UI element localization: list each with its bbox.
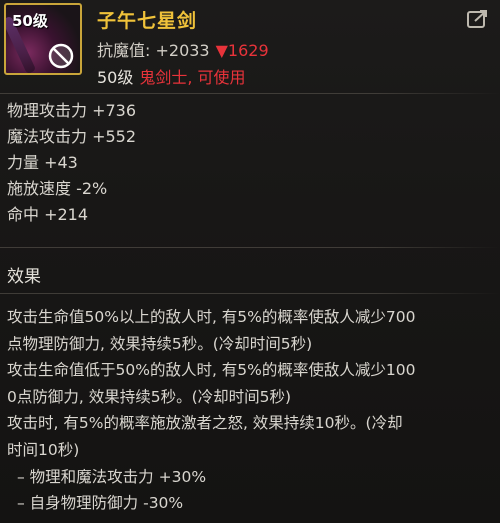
requirement-row: 50级 鬼剑士, 可使用 <box>97 64 246 88</box>
stat-list: 物理攻击力 +736 魔法攻击力 +552 力量 +43 施放速度 -2% 命中… <box>7 98 136 228</box>
effect-bullet: – 自身物理防御力 -30% <box>17 494 184 513</box>
stat-line: 物理攻击力 +736 <box>7 101 137 120</box>
effect-description: 攻击生命值50%以上的敌人时, 有5%的概率使敌人减少700 点物理防御力, 效… <box>7 304 495 517</box>
effect-line: 时间10秒) <box>7 440 80 459</box>
divider <box>0 293 500 294</box>
item-level-badge: 50级 <box>12 12 48 30</box>
effect-bullet: – 物理和魔法攻击力 +30% <box>17 467 207 486</box>
required-level: 50级 <box>97 68 134 87</box>
tooltip-header: 50级 子午七星剑 抗魔值: +2033 ▼1629 50级 鬼剑士, 可使用 <box>0 0 500 93</box>
item-name: 子午七星剑 <box>97 10 198 32</box>
resist-row: 抗魔值: +2033 ▼1629 <box>97 37 269 61</box>
effect-line: 攻击生命值低于50%的敌人时, 有5%的概率使敌人减少100 <box>7 361 416 380</box>
effect-line: 0点防御力, 效果持续5秒。(冷却时间5秒) <box>7 387 292 406</box>
required-class: 鬼剑士, 可使用 <box>139 68 246 87</box>
item-icon[interactable]: 50级 <box>4 3 82 75</box>
prohibited-icon <box>48 43 74 69</box>
effect-line: 攻击时, 有5%的概率施放激者之怒, 效果持续10秒。(冷却 <box>7 414 403 433</box>
effect-line: 点物理防御力, 效果持续5秒。(冷却时间5秒) <box>7 334 313 353</box>
effect-line: 攻击生命值50%以上的敌人时, 有5%的概率使敌人减少700 <box>7 308 416 326</box>
resist-value: 抗魔值: +2033 <box>97 41 210 60</box>
item-tooltip: 50级 子午七星剑 抗魔值: +2033 ▼1629 50级 鬼剑士, 可使用 物理… <box>0 0 500 523</box>
stat-line: 魔法攻击力 +552 <box>7 127 137 146</box>
divider <box>0 247 500 248</box>
share-icon[interactable] <box>466 8 490 30</box>
resist-change: ▼1629 <box>215 41 269 60</box>
stat-line: 力量 +43 <box>7 153 78 172</box>
stat-line: 命中 +214 <box>7 205 89 224</box>
effect-title: 效果 <box>7 267 41 287</box>
stat-line: 施放速度 -2% <box>7 179 108 198</box>
divider <box>0 93 500 94</box>
